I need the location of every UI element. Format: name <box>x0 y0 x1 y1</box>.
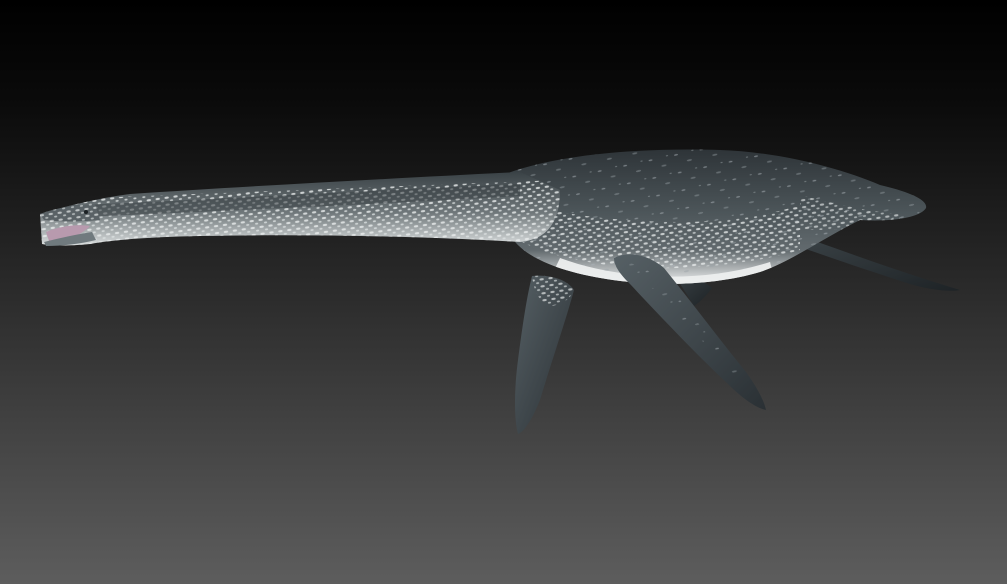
background <box>0 0 1007 584</box>
render-canvas <box>0 0 1007 584</box>
eye <box>84 210 88 214</box>
3d-viewport[interactable] <box>0 0 1007 584</box>
